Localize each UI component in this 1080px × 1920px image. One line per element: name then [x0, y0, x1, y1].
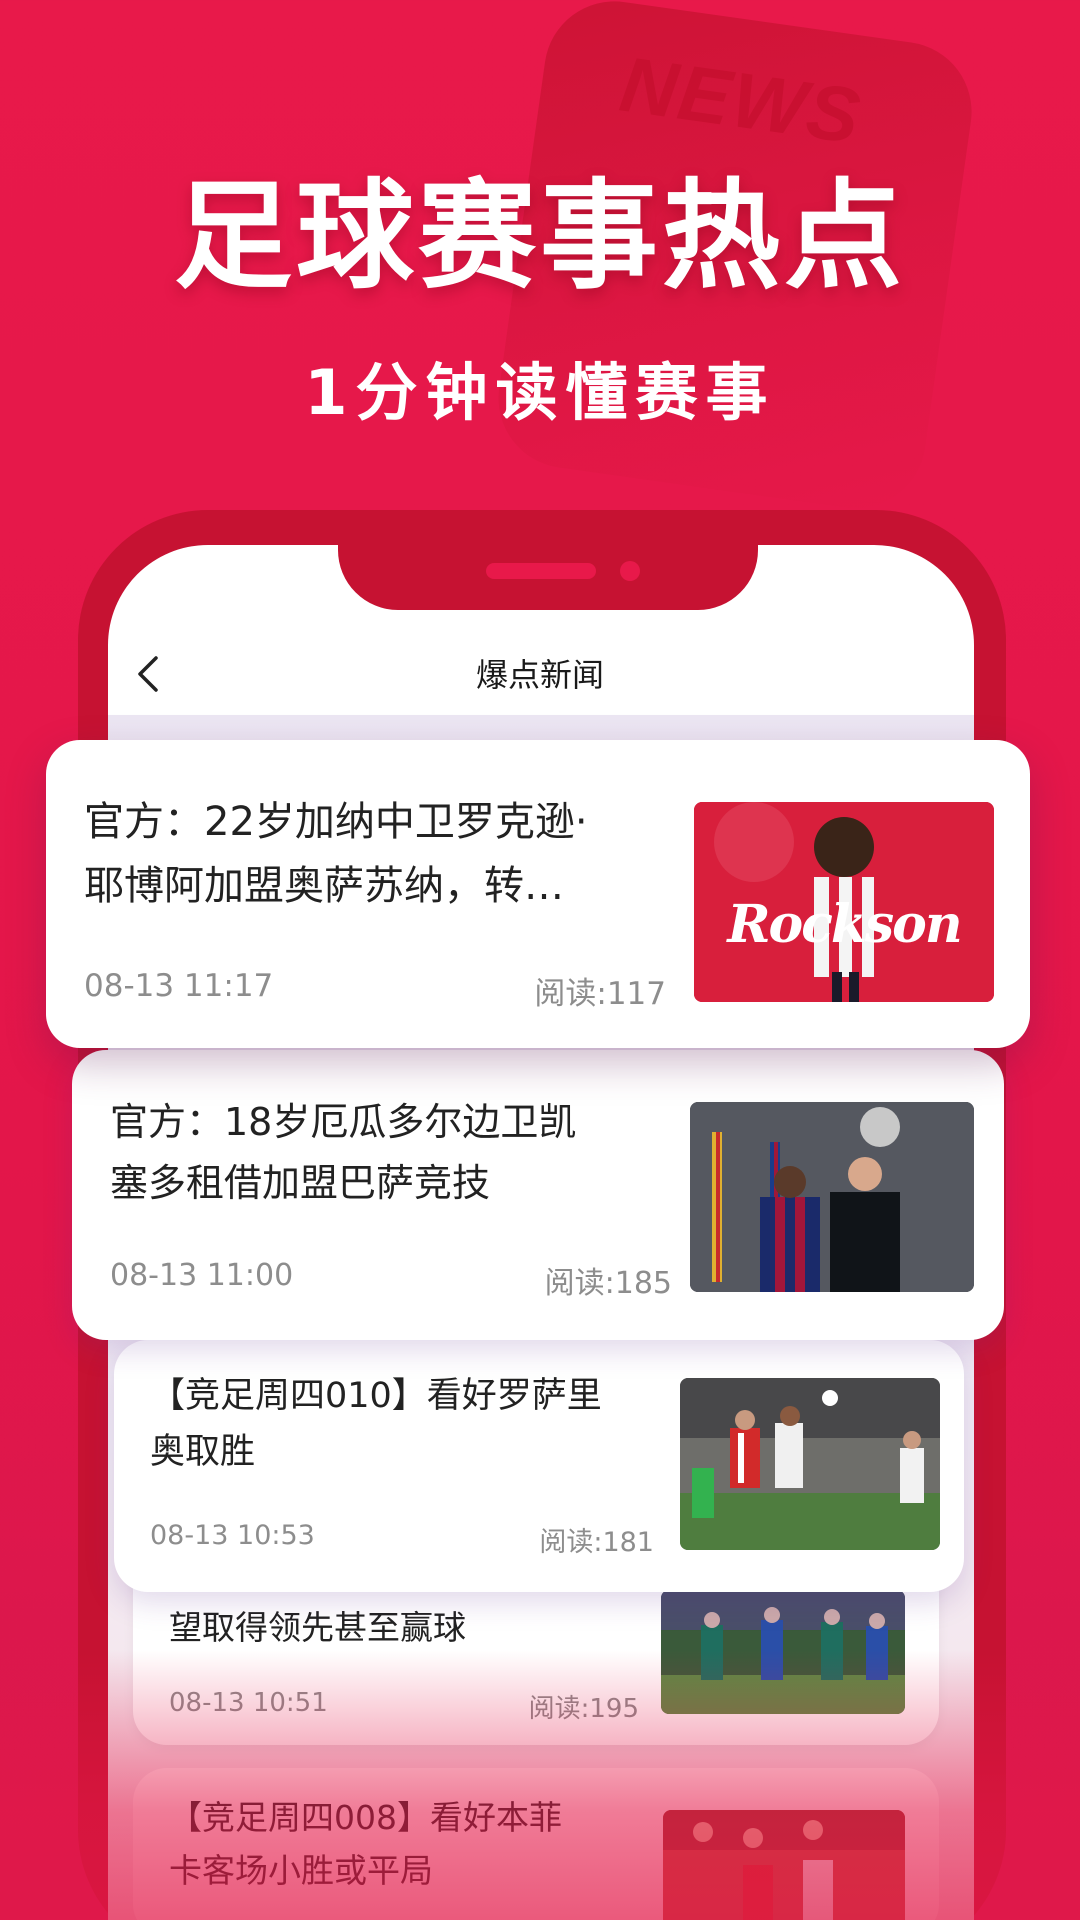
news-thumbnail	[680, 1378, 940, 1550]
news-card[interactable]: 【竞足周四008】看好本菲 卡客场小胜或平局	[133, 1768, 939, 1920]
news-date: 08-13 11:17	[84, 968, 274, 1004]
page-title: 爆点新闻	[475, 656, 604, 694]
news-date: 08-13 10:51	[169, 1688, 328, 1718]
phone-speaker	[486, 563, 596, 579]
news-read-count: 阅读:117	[534, 976, 666, 1012]
news-read-count: 阅读:185	[544, 1266, 672, 1301]
news-title: 【竞足周四008】看好本菲 卡客场小胜或平局	[169, 1798, 562, 1890]
news-date: 08-13 10:53	[150, 1520, 315, 1551]
news-read-count: 阅读:181	[539, 1527, 654, 1558]
news-title: 望取得领先甚至赢球	[169, 1608, 466, 1647]
news-read-count: 阅读:195	[528, 1694, 639, 1724]
hero-subtitle: 1分钟读懂赛事	[304, 356, 776, 429]
news-thumbnail	[690, 1102, 974, 1292]
news-title: 官方：18岁厄瓜多尔边卫凯 塞多租借加盟巴萨竞技	[110, 1100, 577, 1205]
news-card[interactable]: 官方：22岁加纳中卫罗克逊· 耶博阿加盟奥萨苏纳，转… 08-13 11:17 …	[46, 740, 1030, 1048]
thumbnail-caption: Rockson	[727, 894, 962, 955]
news-thumbnail	[663, 1810, 905, 1920]
news-title: 官方：22岁加纳中卫罗克逊· 耶博阿加盟奥萨苏纳，转…	[84, 799, 588, 909]
news-thumbnail	[661, 1590, 905, 1714]
news-title: 【竞足周四010】看好罗萨里 奥取胜	[150, 1376, 602, 1472]
news-card[interactable]: 【竞足周四010】看好罗萨里 奥取胜 08-13 10:53 阅读:181	[114, 1340, 964, 1592]
news-card[interactable]: 官方：18岁厄瓜多尔边卫凯 塞多租借加盟巴萨竞技 08-13 11:00 阅读:…	[72, 1050, 1004, 1340]
news-date: 08-13 11:00	[110, 1258, 294, 1293]
hero-title: 足球赛事热点	[173, 167, 906, 305]
news-thumbnail: Rockson	[694, 802, 994, 1002]
phone-camera	[620, 561, 640, 581]
